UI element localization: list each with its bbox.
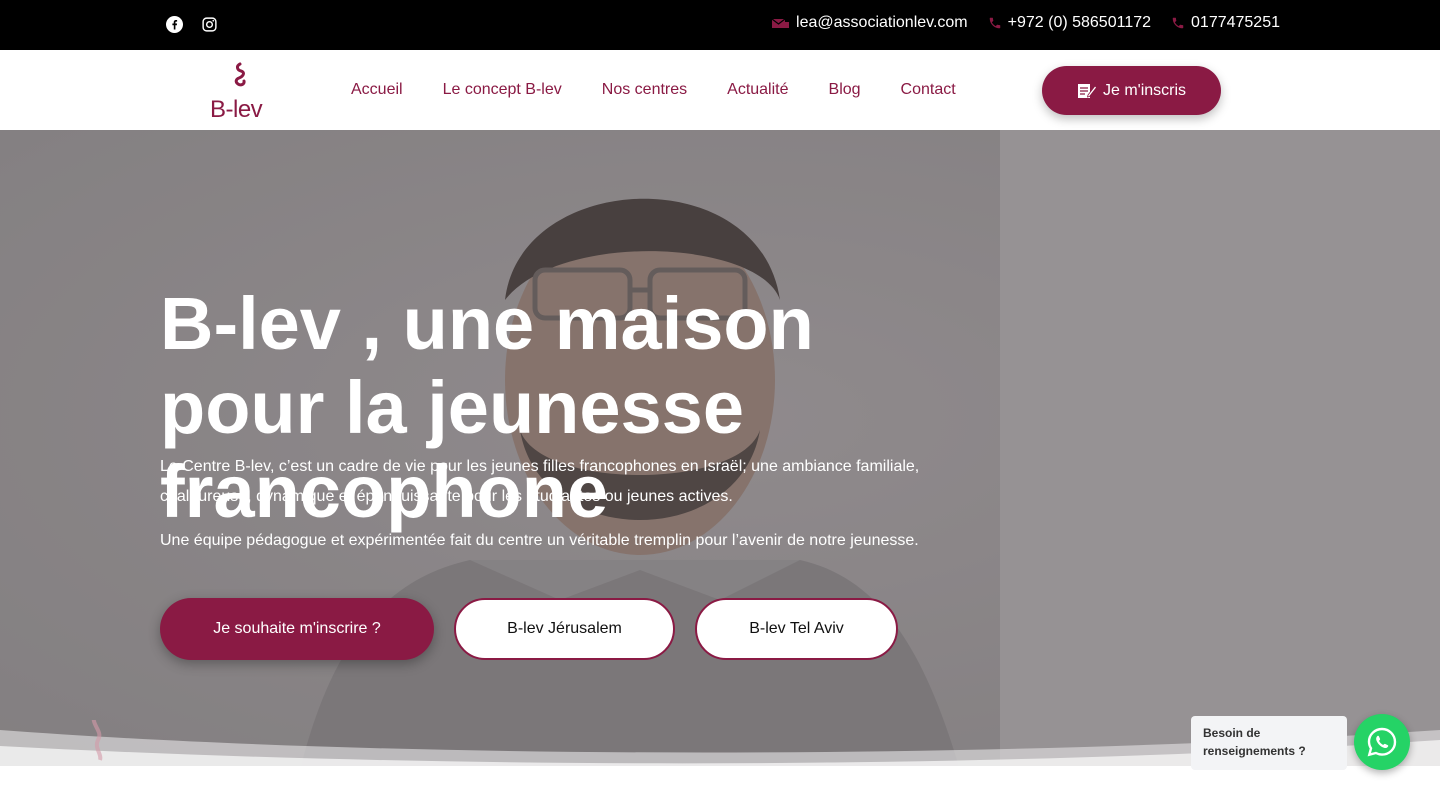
hero-description: Le Centre B-lev, c’est un cadre de vie p… <box>160 458 920 505</box>
main-nav: B-lev Accueil Le concept B-lev Nos centr… <box>0 50 1440 130</box>
phone-text-2: 0177475251 <box>1191 14 1280 31</box>
hero-subdescription: Une équipe pédagogue et expérimentée fai… <box>160 532 919 549</box>
phone-link-2[interactable]: 0177475251 <box>1171 14 1280 32</box>
hero-section: B-lev , une maison pour la jeunesse fran… <box>0 130 1440 770</box>
logo-mark-icon <box>234 62 246 87</box>
register-button[interactable]: Je souhaite m'inscrire ? <box>160 598 434 660</box>
top-bar: lea@associationlev.com +972 (0) 58650117… <box>0 0 1440 50</box>
email-text: lea@associationlev.com <box>796 14 968 31</box>
nav-menu: Accueil Le concept B-lev Nos centres Act… <box>351 81 956 99</box>
help-bubble[interactable]: Besoin de renseignements ? <box>1191 716 1347 770</box>
logo-text: B-lev <box>210 96 263 123</box>
phone-icon <box>989 17 1000 29</box>
nav-item-contact[interactable]: Contact <box>901 81 956 99</box>
social-links <box>166 16 218 33</box>
phone-text-1: +972 (0) 586501172 <box>1007 14 1152 31</box>
phone-icon <box>1172 17 1184 29</box>
whatsapp-button[interactable] <box>1354 714 1410 770</box>
instagram-icon[interactable] <box>201 16 218 33</box>
signup-button[interactable]: Je m'inscris <box>1042 66 1221 115</box>
mail-icon <box>772 18 790 28</box>
logo[interactable]: B-lev <box>206 60 272 123</box>
tel-aviv-button[interactable]: B-lev Tel Aviv <box>695 598 898 660</box>
facebook-icon[interactable] <box>166 16 183 33</box>
nav-item-centres[interactable]: Nos centres <box>602 81 687 99</box>
phone-link-1[interactable]: +972 (0) 586501172 <box>988 14 1151 32</box>
signup-button-label: Je m'inscris <box>1102 81 1187 99</box>
contact-info: lea@associationlev.com +972 (0) 58650117… <box>772 14 1280 32</box>
nav-item-accueil[interactable]: Accueil <box>351 81 403 99</box>
whatsapp-icon <box>1367 727 1397 757</box>
jerusalem-button[interactable]: B-lev Jérusalem <box>454 598 675 660</box>
edit-icon <box>1077 83 1097 98</box>
nav-item-blog[interactable]: Blog <box>829 81 861 99</box>
email-link[interactable]: lea@associationlev.com <box>772 14 968 32</box>
nav-item-actualite[interactable]: Actualité <box>727 81 788 99</box>
nav-item-concept[interactable]: Le concept B-lev <box>443 81 562 99</box>
